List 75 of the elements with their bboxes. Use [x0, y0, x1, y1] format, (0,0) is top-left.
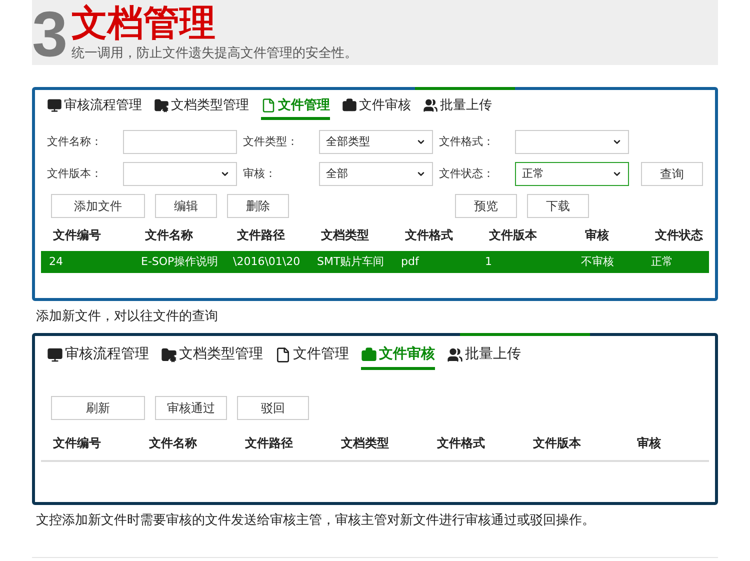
field-label: 文件格式：: [439, 134, 495, 150]
tab[interactable]: 文档类型管理: [161, 344, 263, 370]
table-cell-text: SMT贴片车间: [316, 254, 386, 270]
field-label: 文件版本：: [47, 166, 103, 182]
table-row[interactable]: 24 E-SOP操作说明 \2016\01\20 SMT贴片车间 pdf 1 不审核 正常: [41, 251, 709, 273]
table-cell-text: 不审核: [580, 254, 615, 270]
column-header: 文件名称: [144, 227, 194, 244]
input-field[interactable]: [123, 130, 237, 154]
dropdown-caret-icon: [416, 169, 426, 179]
column-header: 文件编号: [52, 227, 102, 244]
dropdown[interactable]: [123, 162, 237, 186]
tab[interactable]: 批量上传: [447, 344, 521, 370]
column-header: 文件状态: [654, 227, 704, 244]
tab[interactable]: 审核流程管理: [47, 96, 142, 120]
column-header: 文件格式: [404, 227, 454, 244]
people-icon: [447, 346, 463, 362]
column-header: 文档类型: [340, 435, 390, 452]
column-header: 文件版本: [488, 227, 538, 244]
column-header: 审核: [584, 227, 610, 244]
folder-icon: [161, 346, 177, 362]
briefcase-icon: [342, 98, 357, 113]
column-header: 文档类型: [320, 227, 370, 244]
dropdown-caret-icon: [612, 137, 622, 147]
column-header: 文件格式: [436, 435, 486, 452]
tab[interactable]: 批量上传: [423, 96, 492, 120]
tab[interactable]: 文件管理: [275, 344, 349, 370]
dropdown-caret-icon: [612, 169, 622, 179]
table-cell-text: 24: [48, 254, 64, 270]
action-button[interactable]: 查询: [641, 162, 703, 186]
table-cell-text: E-SOP操作说明: [140, 254, 220, 270]
document-icon: [261, 98, 276, 113]
field-label: 审核：: [243, 166, 277, 182]
action-button[interactable]: 预览: [455, 194, 517, 218]
dropdown-caret-icon: [220, 169, 230, 179]
briefcase-icon: [361, 346, 377, 362]
table-cell-text: 1: [484, 254, 493, 270]
column-header: 文件路径: [244, 435, 294, 452]
tab[interactable]: 文档类型管理: [154, 96, 249, 120]
action-button[interactable]: 驳回: [237, 396, 309, 420]
action-button[interactable]: 下载: [527, 194, 589, 218]
column-header: 文件编号: [52, 435, 102, 452]
field-label: 文件名称：: [47, 134, 103, 150]
caption: 添加新文件，对以往文件的查询: [36, 308, 218, 326]
tab[interactable]: 审核流程管理: [47, 344, 149, 370]
tab[interactable]: 文件审核: [361, 344, 435, 370]
action-button[interactable]: 刷新: [51, 396, 145, 420]
tab[interactable]: 文件审核: [342, 96, 411, 120]
dropdown[interactable]: 全部: [319, 162, 433, 186]
table-cell-text: \2016\01\20: [232, 254, 302, 270]
dropdown-caret-icon: [416, 137, 426, 147]
table-cell-text: 正常: [650, 254, 674, 270]
people-icon: [423, 98, 438, 113]
field-label: 文件类型：: [243, 134, 299, 150]
folder-icon: [154, 98, 169, 113]
subtitle: 统一调用，防止文件遗失提高文件管理的安全性。: [72, 44, 358, 62]
action-button[interactable]: 添加文件: [51, 194, 145, 218]
table-cell-text: pdf: [400, 254, 420, 270]
monitor-icon: [47, 346, 63, 362]
caption: 文控添加新文件时需要审核的文件发送给审核主管，审核主管对新文件进行审核通过或驳回操作。: [36, 512, 595, 530]
dropdown[interactable]: 全部类型: [319, 130, 433, 154]
document-icon: [275, 346, 291, 362]
dropdown[interactable]: 正常: [515, 162, 629, 186]
action-button[interactable]: 审核通过: [155, 396, 227, 420]
section-number: 3: [32, 3, 68, 65]
column-header: 文件版本: [532, 435, 582, 452]
column-header: 文件路径: [236, 227, 286, 244]
field-label: 文件状态：: [439, 166, 495, 182]
action-button[interactable]: 删除: [227, 194, 289, 218]
monitor-icon: [47, 98, 62, 113]
column-header: 审核: [636, 435, 662, 452]
tab[interactable]: 文件管理: [261, 96, 330, 120]
column-header: 文件名称: [148, 435, 198, 452]
action-button[interactable]: 编辑: [155, 194, 217, 218]
page-title: 文档管理: [72, 4, 217, 44]
dropdown[interactable]: [515, 130, 629, 154]
